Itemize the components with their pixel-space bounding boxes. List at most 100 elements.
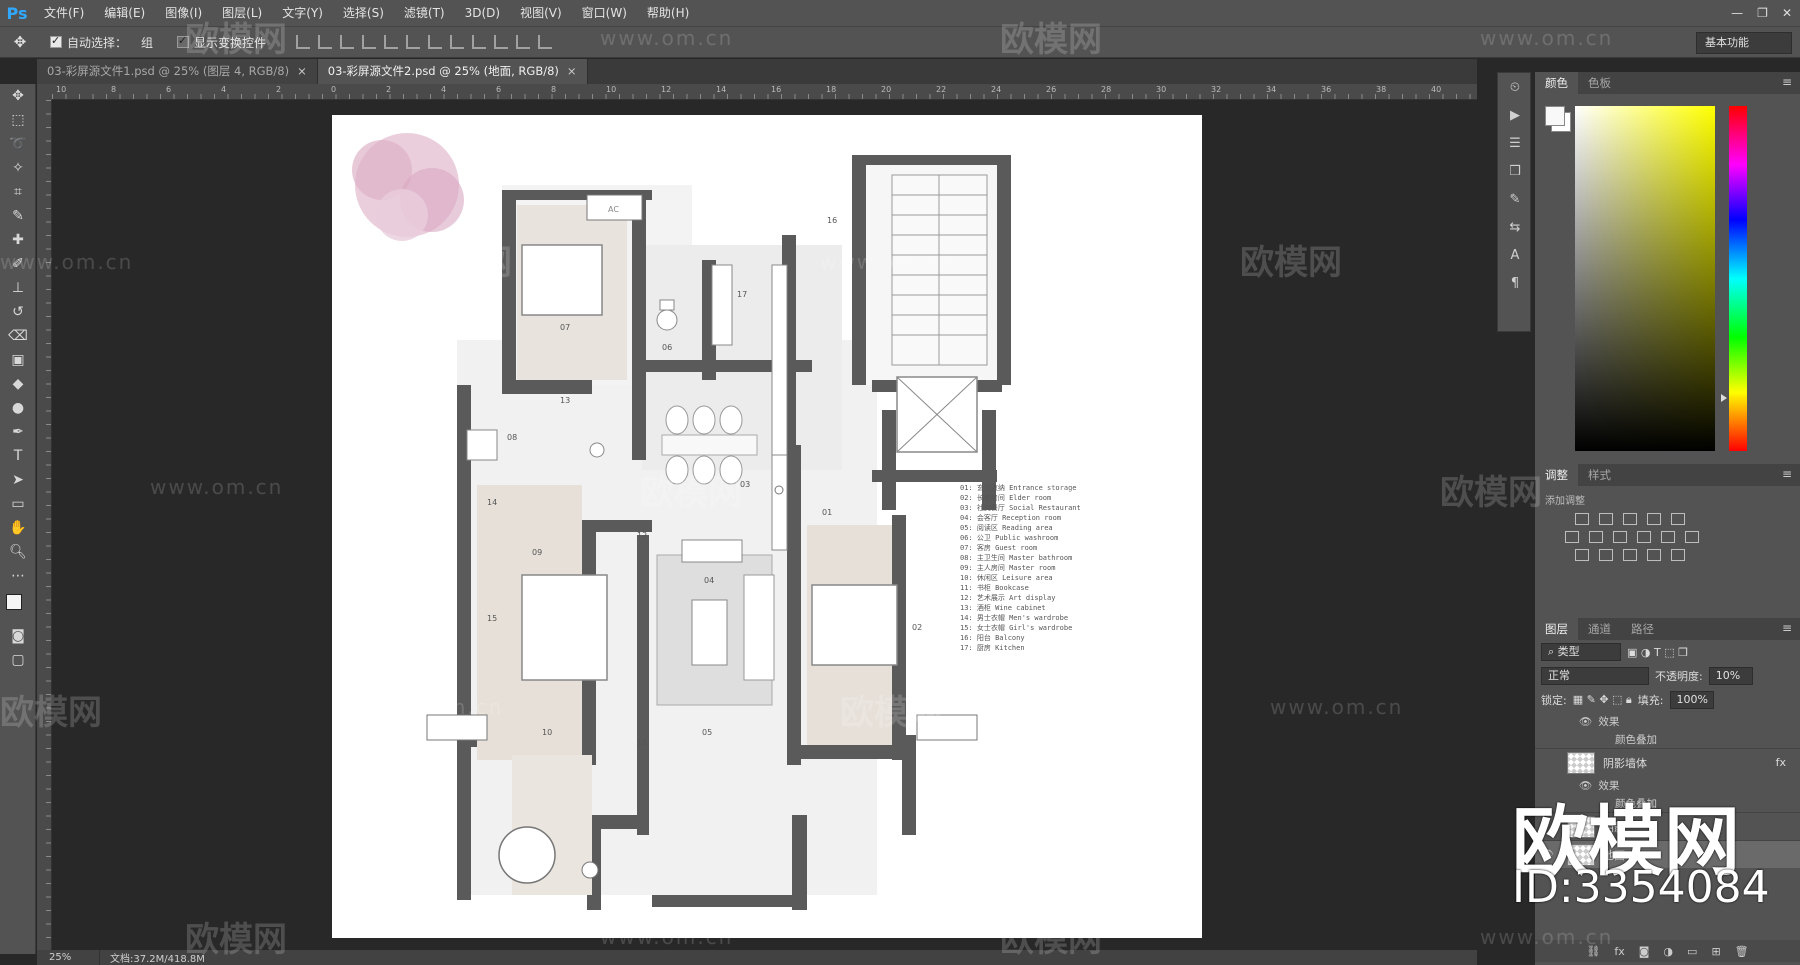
threshold-icon[interactable] — [1623, 549, 1637, 561]
minimize-button[interactable]: — — [1731, 6, 1743, 20]
hue-marker-icon[interactable] — [1721, 394, 1727, 402]
tab-paths[interactable]: 路径 — [1621, 618, 1664, 640]
panel-menu-icon[interactable]: ≡ — [1782, 75, 1792, 89]
align-bottom-icon[interactable] — [340, 35, 355, 49]
ruler-origin[interactable] — [37, 84, 52, 100]
screen-mode-icon[interactable]: ▢ — [0, 648, 36, 672]
layer-effect-item[interactable]: 颜色叠加 — [1535, 730, 1800, 748]
menu-view[interactable]: 视图(V) — [510, 0, 572, 26]
opacity-field[interactable]: 10% — [1708, 667, 1753, 685]
auto-select-dropdown[interactable]: 组 — [141, 34, 153, 51]
new-adjustment-icon[interactable]: ◑ — [1663, 945, 1673, 958]
hand-tool-icon[interactable]: ✋ — [0, 516, 36, 540]
invert-icon[interactable] — [1575, 549, 1589, 561]
tab-swatches[interactable]: 色板 — [1578, 72, 1621, 94]
paragraph-icon[interactable]: ¶ — [1498, 269, 1532, 297]
horizontal-ruler[interactable]: 10 8 6 4 2 0 2 4 6 8 10 12 14 16 18 20 22 24 26 28 30 32 34 36 3… — [52, 84, 1477, 100]
brush-settings-icon[interactable]: ✎ — [1498, 185, 1532, 213]
dodge-tool-icon[interactable]: ● — [0, 396, 36, 420]
menu-layer[interactable]: 图层(L) — [212, 0, 272, 26]
tab-styles[interactable]: 样式 — [1578, 464, 1621, 486]
history-icon[interactable]: ⏲ — [1498, 73, 1532, 101]
posterize-icon[interactable] — [1599, 549, 1613, 561]
libraries-icon[interactable]: ❒ — [1498, 157, 1532, 185]
filter-icons[interactable]: ▣ ◑ T ⬚ ❒ — [1627, 646, 1688, 659]
hue-slider[interactable] — [1729, 106, 1747, 451]
auto-select-checkbox[interactable] — [50, 34, 62, 48]
eyedropper-icon[interactable]: ✎ — [0, 204, 36, 228]
new-group-icon[interactable]: ▭ — [1687, 945, 1697, 958]
show-transform-checkbox[interactable] — [177, 34, 190, 48]
move-tool-icon[interactable]: ✥ — [0, 84, 36, 108]
color-lookup-icon[interactable] — [1685, 531, 1699, 543]
blend-mode-dropdown[interactable]: 正常 — [1541, 667, 1649, 685]
exposure-icon[interactable] — [1647, 513, 1661, 525]
adjust-icon[interactable]: ⇆ — [1498, 213, 1532, 241]
document-canvas[interactable]: AC 01 02 03 04 05 06 07 08 09 10 11 12 1… — [332, 115, 1202, 938]
link-layers-icon[interactable]: ⛓ — [1586, 945, 1600, 958]
align-center-icon[interactable] — [384, 35, 399, 49]
pen-tool-icon[interactable]: ✒ — [0, 420, 36, 444]
eraser-icon[interactable]: ⌫ — [0, 324, 36, 348]
lasso-tool-icon[interactable]: ➰ — [0, 132, 36, 156]
close-icon[interactable]: × — [567, 64, 577, 78]
distribute-center-icon[interactable] — [516, 35, 531, 49]
layer-row-selected[interactable]: 👁︎ 地面 — [1535, 840, 1800, 868]
brush-tool-icon[interactable]: ✐ — [0, 252, 36, 276]
panel-menu-icon[interactable]: ≡ — [1782, 621, 1792, 635]
tab-color[interactable]: 颜色 — [1535, 72, 1578, 94]
quick-mask-icon[interactable]: ◙ — [0, 624, 36, 648]
new-layer-icon[interactable]: ⊞ — [1711, 945, 1720, 958]
close-icon[interactable]: × — [297, 64, 307, 78]
distribute-top-icon[interactable] — [428, 35, 443, 49]
foreground-color-swatch[interactable] — [1545, 106, 1565, 126]
align-top-icon[interactable] — [296, 35, 311, 49]
menu-filter[interactable]: 滤镜(T) — [394, 0, 455, 26]
add-mask-icon[interactable]: ◙ — [1639, 945, 1650, 958]
move-tool-icon[interactable]: ✥ — [0, 33, 40, 51]
align-right-icon[interactable] — [406, 35, 421, 49]
hue-saturation-icon[interactable] — [1565, 531, 1579, 543]
delete-layer-icon[interactable]: 🗑︎ — [1735, 945, 1749, 958]
layer-row[interactable]: 阴影墙体 fx — [1535, 748, 1800, 776]
rectangle-tool-icon[interactable]: ▭ — [0, 492, 36, 516]
menu-help[interactable]: 帮助(H) — [637, 0, 699, 26]
clone-stamp-icon[interactable]: ⊥ — [0, 276, 36, 300]
workspace-selector[interactable]: 基本功能 — [1696, 32, 1792, 54]
actions-icon[interactable]: ▶ — [1498, 101, 1532, 129]
vibrance-icon[interactable] — [1671, 513, 1685, 525]
layer-filter-dropdown[interactable]: ⌕ 类型 — [1541, 643, 1621, 661]
tab-layers[interactable]: 图层 — [1535, 618, 1578, 640]
align-middle-icon[interactable] — [318, 35, 333, 49]
distribute-left-icon[interactable] — [494, 35, 509, 49]
distribute-right-icon[interactable] — [538, 35, 553, 49]
menu-image[interactable]: 图像(I) — [155, 0, 212, 26]
black-white-icon[interactable] — [1613, 531, 1627, 543]
add-style-icon[interactable]: fx — [1614, 945, 1624, 958]
canvas-area[interactable]: AC 01 02 03 04 05 06 07 08 09 10 11 12 1… — [52, 100, 1477, 950]
tab-document-2[interactable]: 03-彩屏源文件2.psd @ 25% (地面, RGB/8) × — [317, 59, 588, 84]
menu-type[interactable]: 文字(Y) — [272, 0, 333, 26]
layer-effect-item[interactable]: 颜色叠加 — [1535, 794, 1800, 812]
menu-edit[interactable]: 编辑(E) — [94, 0, 155, 26]
close-window-button[interactable]: ✕ — [1782, 6, 1792, 20]
align-left-icon[interactable] — [362, 35, 377, 49]
layer-effects-row[interactable]: 👁︎ 效果 — [1535, 712, 1800, 730]
zoom-level[interactable]: 25% — [37, 952, 99, 963]
lock-icons[interactable]: ▦ ✎ ✥ ⬚ 🔒︎ — [1573, 693, 1632, 707]
color-swatches[interactable] — [0, 588, 35, 624]
brightness-icon[interactable] — [1575, 513, 1589, 525]
distribute-bottom-icon[interactable] — [472, 35, 487, 49]
levels-icon[interactable] — [1599, 513, 1613, 525]
color-balance-icon[interactable] — [1589, 531, 1603, 543]
tab-document-1[interactable]: 03-彩屏源文件1.psd @ 25% (图层 4, RGB/8) × — [37, 59, 318, 84]
more-tools-icon[interactable]: ⋯ — [0, 564, 36, 588]
curves-icon[interactable] — [1623, 513, 1637, 525]
layer-effects-row[interactable]: 👁︎ 效果 — [1535, 776, 1800, 794]
eye-icon[interactable]: 👁︎ — [1541, 849, 1557, 860]
magic-wand-icon[interactable]: ✧ — [0, 156, 36, 180]
gradient-tool-icon[interactable]: ▣ — [0, 348, 36, 372]
color-field[interactable] — [1575, 106, 1715, 451]
distribute-middle-icon[interactable] — [450, 35, 465, 49]
gradient-map-icon[interactable] — [1671, 549, 1685, 561]
